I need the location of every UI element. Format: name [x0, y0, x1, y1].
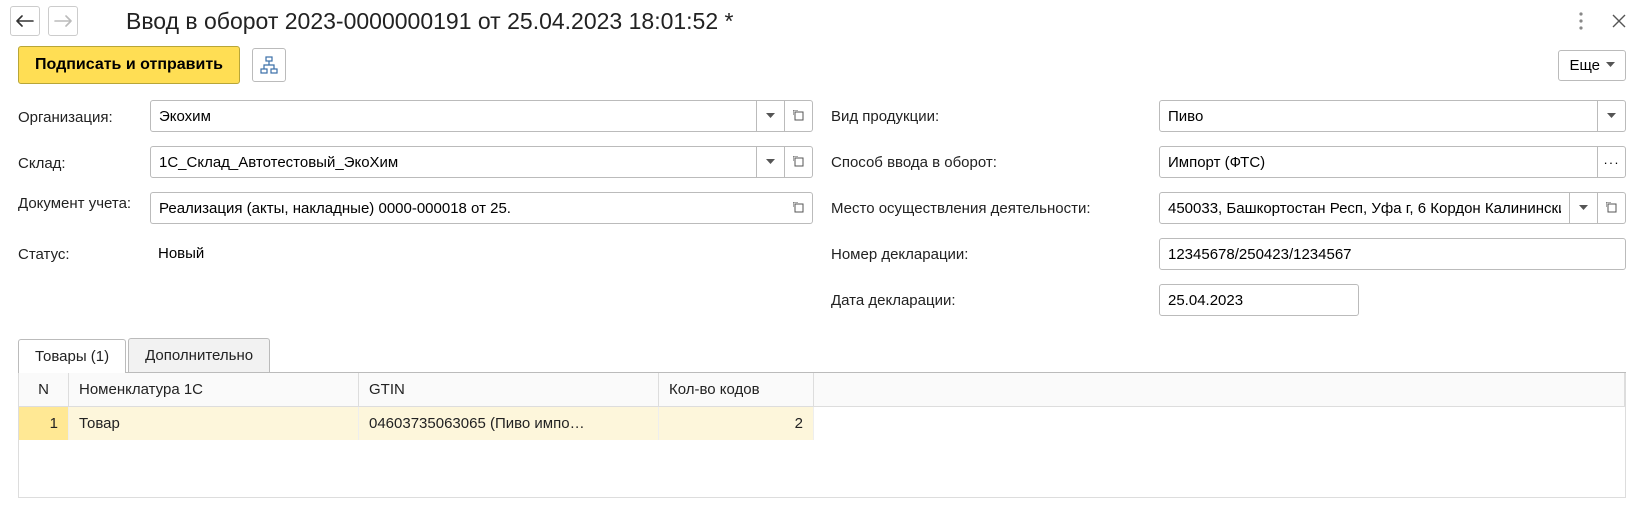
product-type-label: Вид продукции:: [831, 108, 1149, 125]
declaration-number-label: Номер декларации:: [831, 246, 1149, 263]
chevron-down-icon: [766, 113, 775, 119]
chevron-down-icon: [1579, 205, 1588, 211]
field-activity-place: Место осуществления деятельности:: [831, 192, 1626, 224]
status-label: Статус:: [18, 244, 140, 263]
field-accounting-doc: Документ учета:: [18, 192, 813, 224]
forward-button[interactable]: [48, 6, 78, 36]
back-button[interactable]: [10, 6, 40, 36]
field-product-type: Вид продукции:: [831, 100, 1626, 132]
warehouse-label: Склад:: [18, 153, 140, 172]
open-ref-icon: [1606, 202, 1618, 214]
kebab-menu-button[interactable]: [1566, 6, 1596, 36]
field-warehouse: Склад:: [18, 146, 813, 178]
tab-goods[interactable]: Товары (1): [18, 339, 126, 373]
accounting-doc-input[interactable]: [150, 192, 785, 224]
activity-place-open[interactable]: [1598, 192, 1626, 224]
declaration-date-label: Дата декларации:: [831, 292, 1149, 309]
open-ref-icon: [793, 202, 805, 214]
open-ref-icon: [793, 156, 805, 168]
col-header-nomenclature[interactable]: Номенклатура 1С: [69, 373, 359, 406]
goods-grid: N Номенклатура 1С GTIN Кол-во кодов 1 То…: [18, 373, 1626, 498]
arrow-right-icon: [54, 15, 72, 27]
cell-nomenclature: Товар: [69, 407, 359, 440]
cell-n: 1: [19, 407, 69, 440]
field-declaration-date: Дата декларации:: [831, 284, 1626, 316]
title-toolbar: Ввод в оборот 2023-0000000191 от 25.04.2…: [0, 0, 1644, 42]
entry-method-label: Способ ввода в оборот:: [831, 154, 1149, 171]
organization-input[interactable]: [150, 100, 757, 132]
declaration-number-input[interactable]: [1159, 238, 1626, 270]
field-status: Статус:: [18, 238, 813, 268]
form-area: Организация: Склад: Документ учета: Ст: [0, 100, 1644, 316]
cell-qty: 2: [659, 407, 814, 440]
status-value: [150, 238, 813, 268]
field-entry-method: Способ ввода в оборот: ···: [831, 146, 1626, 178]
product-type-dropdown[interactable]: [1598, 100, 1626, 132]
organization-label: Организация:: [18, 107, 140, 126]
warehouse-dropdown[interactable]: [757, 146, 785, 178]
chevron-down-icon: [1606, 62, 1615, 68]
table-row[interactable]: 1 Товар 04603735063065 (Пиво импо… 2: [19, 407, 1625, 440]
ellipsis-icon: ···: [1603, 155, 1619, 170]
close-icon: [1612, 14, 1626, 28]
form-right-column: Вид продукции: Способ ввода в оборот: ··…: [831, 100, 1626, 316]
more-button[interactable]: Еще: [1558, 50, 1626, 81]
grid-header: N Номенклатура 1С GTIN Кол-во кодов: [19, 373, 1625, 407]
entry-method-select[interactable]: ···: [1598, 146, 1626, 178]
entry-method-input[interactable]: [1159, 146, 1598, 178]
col-header-qty[interactable]: Кол-во кодов: [659, 373, 814, 406]
chevron-down-icon: [1607, 113, 1616, 119]
col-header-n[interactable]: N: [19, 373, 69, 406]
form-left-column: Организация: Склад: Документ учета: Ст: [18, 100, 813, 316]
tab-additional[interactable]: Дополнительно: [128, 338, 270, 372]
accounting-doc-open[interactable]: [785, 192, 813, 224]
activity-place-dropdown[interactable]: [1570, 192, 1598, 224]
declaration-date-input[interactable]: [1159, 284, 1359, 316]
warehouse-input[interactable]: [150, 146, 757, 178]
activity-place-label: Место осуществления деятельности:: [831, 200, 1149, 217]
hierarchy-icon: [260, 56, 278, 74]
cell-gtin: 04603735063065 (Пиво импо…: [359, 407, 659, 440]
more-button-label: Еще: [1569, 57, 1600, 74]
activity-place-input[interactable]: [1159, 192, 1570, 224]
organization-open[interactable]: [785, 100, 813, 132]
field-organization: Организация:: [18, 100, 813, 132]
col-header-rest: [814, 373, 1625, 406]
chevron-down-icon: [766, 159, 775, 165]
action-bar: Подписать и отправить Еще: [0, 42, 1644, 100]
warehouse-open[interactable]: [785, 146, 813, 178]
accounting-doc-label: Документ учета:: [18, 192, 140, 214]
close-button[interactable]: [1604, 6, 1634, 36]
tabs: Товары (1) Дополнительно: [18, 338, 1626, 373]
col-header-gtin[interactable]: GTIN: [359, 373, 659, 406]
arrow-left-icon: [16, 15, 34, 27]
field-declaration-number: Номер декларации:: [831, 238, 1626, 270]
organization-dropdown[interactable]: [757, 100, 785, 132]
kebab-icon: [1579, 12, 1583, 30]
sign-and-send-button[interactable]: Подписать и отправить: [18, 46, 240, 84]
product-type-input[interactable]: [1159, 100, 1598, 132]
page-title: Ввод в оборот 2023-0000000191 от 25.04.2…: [126, 8, 1558, 35]
open-ref-icon: [793, 110, 805, 122]
grid-body: 1 Товар 04603735063065 (Пиво импо… 2: [19, 407, 1625, 497]
structure-button[interactable]: [252, 48, 286, 82]
